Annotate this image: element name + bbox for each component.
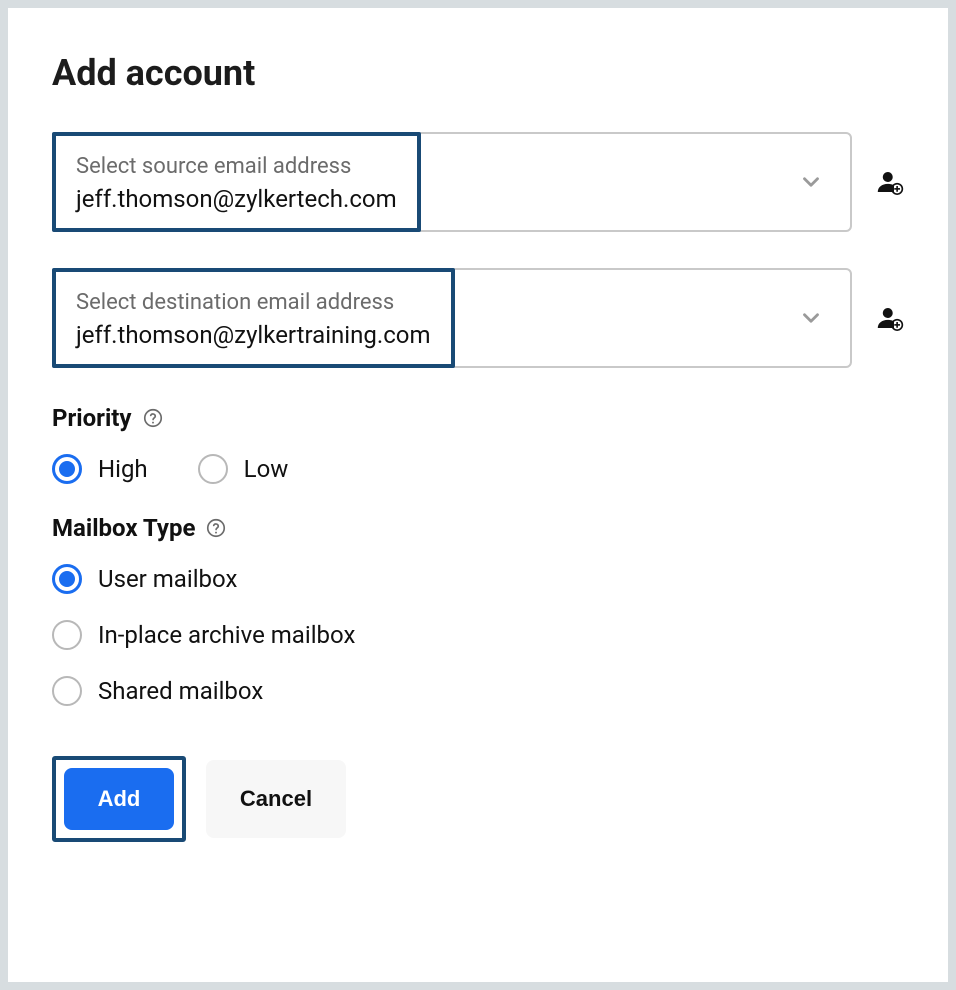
source-email-select[interactable]: Select source email address jeff.thomson… xyxy=(52,132,852,232)
page-title: Add account xyxy=(52,52,904,94)
mailbox-user-label: User mailbox xyxy=(98,565,237,593)
chevron-down-icon[interactable] xyxy=(798,169,850,195)
help-icon[interactable] xyxy=(205,517,227,539)
radio-icon xyxy=(52,676,82,706)
mailbox-shared-label: Shared mailbox xyxy=(98,677,263,705)
destination-email-value: jeff.thomson@zylkertraining.com xyxy=(76,321,431,349)
priority-high-label: High xyxy=(98,455,148,483)
mailbox-type-label: Mailbox Type xyxy=(52,514,195,542)
add-person-icon[interactable] xyxy=(874,303,904,333)
destination-email-label: Select destination email address xyxy=(76,290,431,315)
add-person-icon[interactable] xyxy=(874,167,904,197)
radio-icon xyxy=(198,454,228,484)
mailbox-archive-radio[interactable]: In-place archive mailbox xyxy=(52,620,904,650)
chevron-down-icon[interactable] xyxy=(798,305,850,331)
priority-label: Priority xyxy=(52,404,132,432)
cancel-button[interactable]: Cancel xyxy=(206,760,346,838)
add-button[interactable]: Add xyxy=(64,768,174,830)
priority-low-label: Low xyxy=(244,455,289,483)
add-button-highlight: Add xyxy=(52,756,186,842)
source-email-value: jeff.thomson@zylkertech.com xyxy=(76,185,397,213)
priority-high-radio[interactable]: High xyxy=(52,454,148,484)
radio-icon xyxy=(52,564,82,594)
priority-low-radio[interactable]: Low xyxy=(198,454,289,484)
radio-icon xyxy=(52,620,82,650)
radio-icon xyxy=(52,454,82,484)
source-email-label: Select source email address xyxy=(76,154,397,179)
mailbox-shared-radio[interactable]: Shared mailbox xyxy=(52,676,904,706)
priority-radio-group: High Low xyxy=(52,454,904,484)
help-icon[interactable] xyxy=(142,407,164,429)
destination-email-select[interactable]: Select destination email address jeff.th… xyxy=(52,268,852,368)
mailbox-type-radio-group: User mailbox In-place archive mailbox Sh… xyxy=(52,564,904,706)
add-account-panel: Add account Select source email address … xyxy=(8,8,948,982)
mailbox-user-radio[interactable]: User mailbox xyxy=(52,564,904,594)
mailbox-archive-label: In-place archive mailbox xyxy=(98,621,355,649)
